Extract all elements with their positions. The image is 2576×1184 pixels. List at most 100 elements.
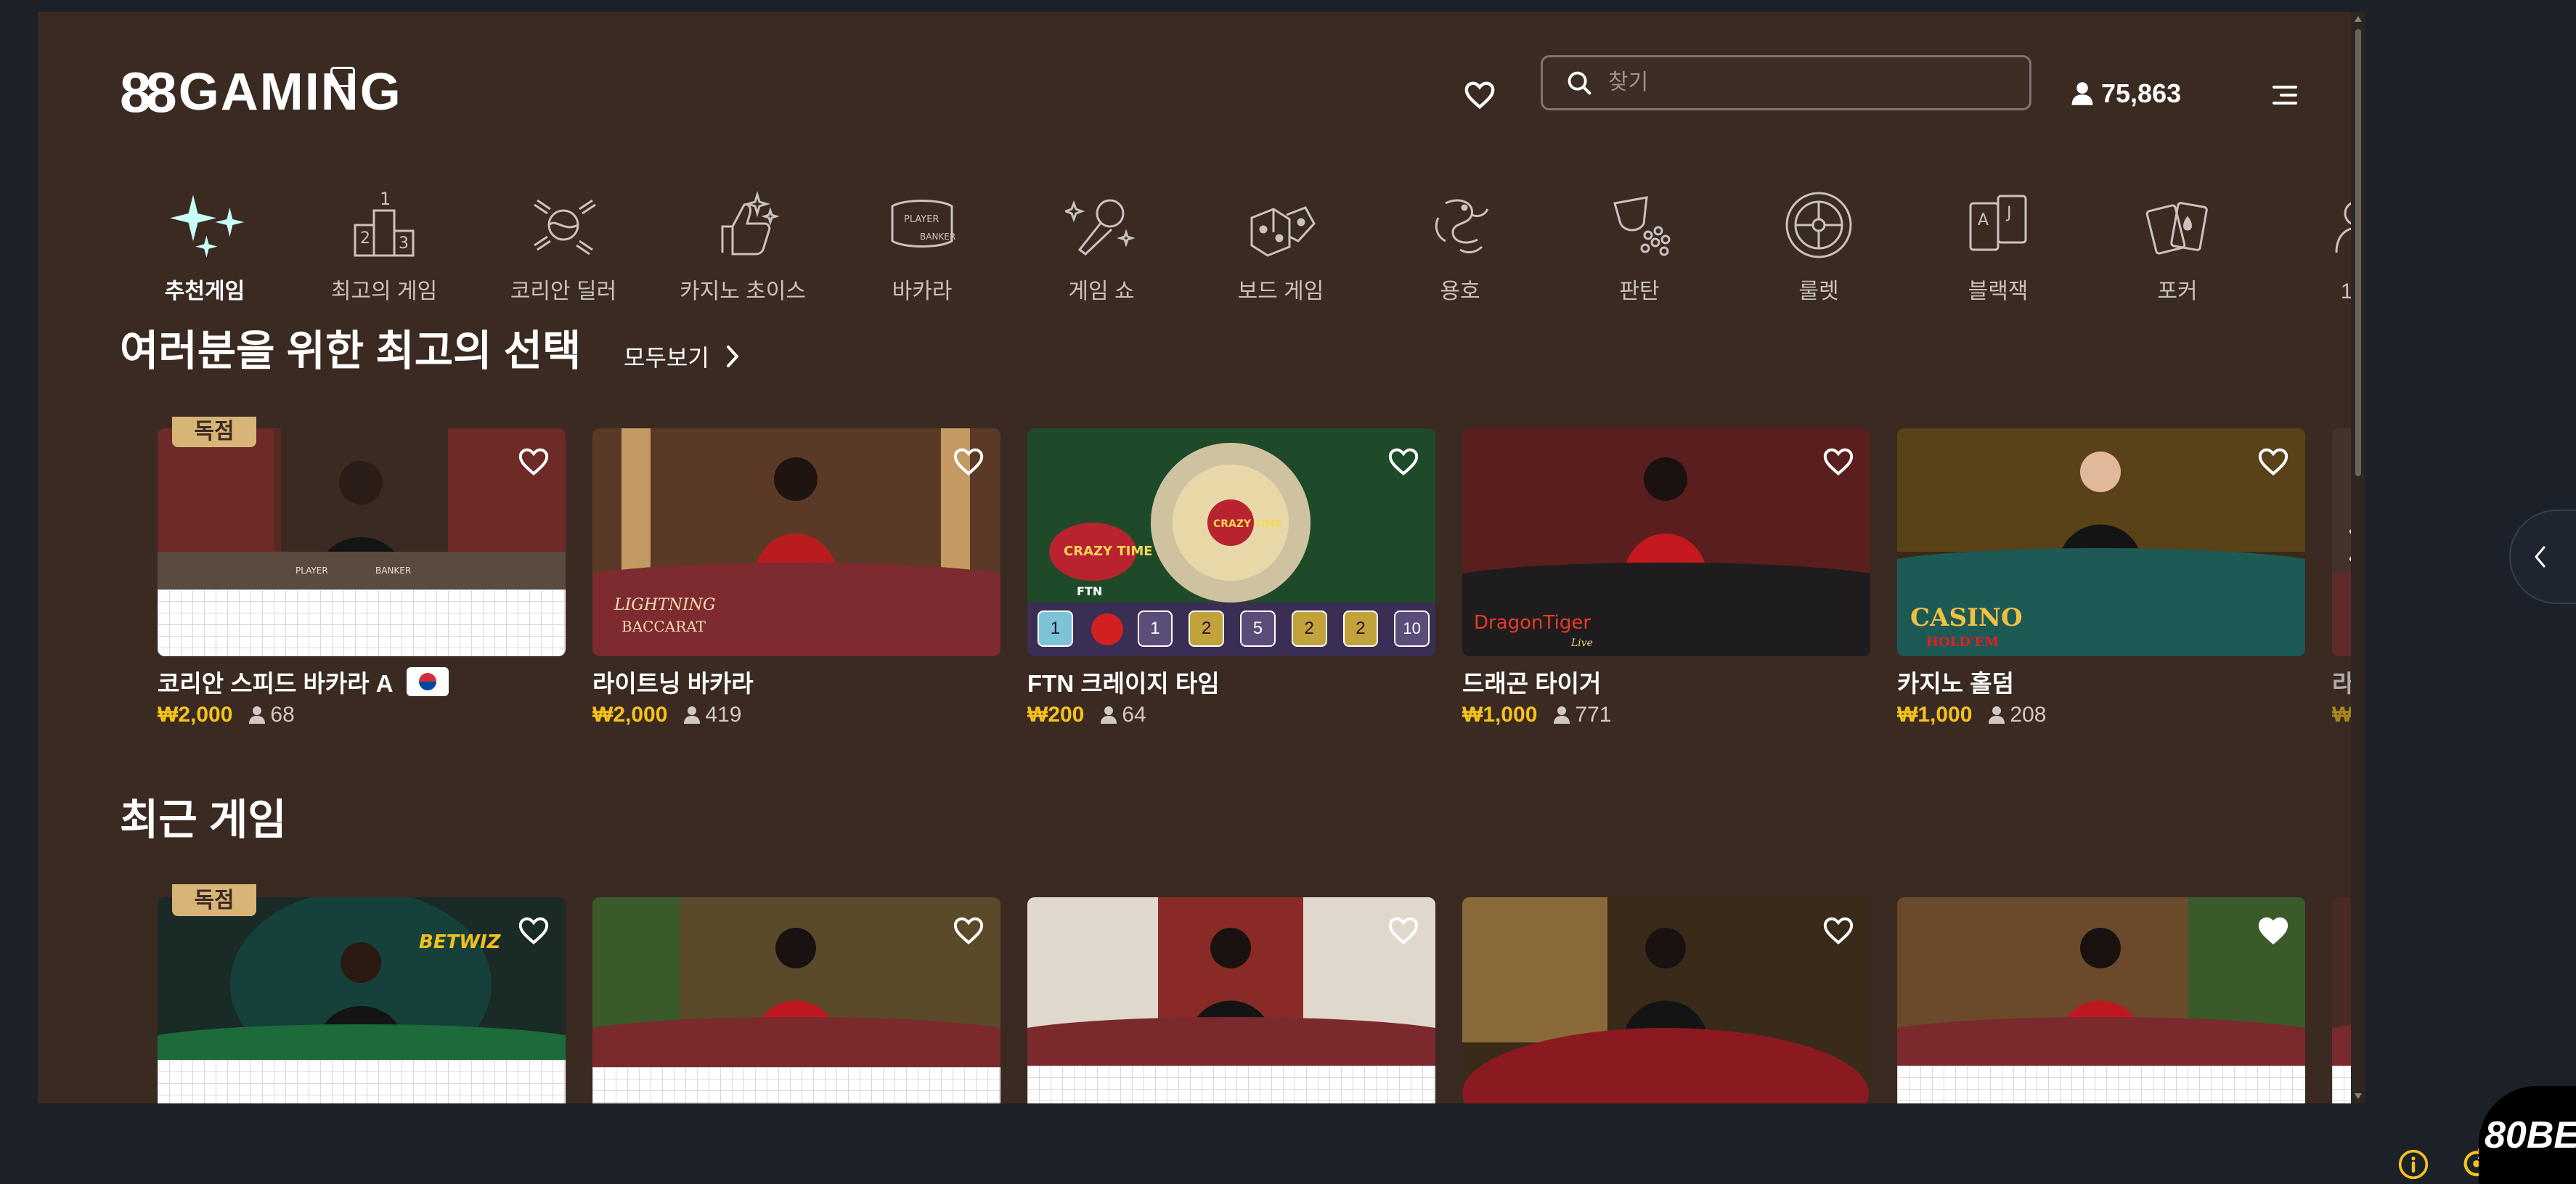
player-count: 771 xyxy=(1575,703,1612,727)
menu-button[interactable] xyxy=(2261,77,2297,113)
user-icon xyxy=(1554,706,1570,724)
user-icon xyxy=(249,706,266,724)
game-name[interactable]: 카지노 홀덤 xyxy=(1897,665,2305,698)
svg-text:FTN: FTN xyxy=(1077,584,1102,598)
heart-icon[interactable] xyxy=(518,916,550,945)
favorites-button[interactable] xyxy=(1457,74,1502,116)
game-thumbnail[interactable]: PLAYER BANKER xyxy=(158,428,566,656)
game-name[interactable]: 코리안 스피드 바카라 A xyxy=(158,665,566,698)
category-roulette[interactable]: 룰렛 xyxy=(1735,171,1902,309)
search-input[interactable] xyxy=(1607,70,2016,96)
game-thumbnail[interactable]: CASINO HOLD'EM xyxy=(1897,428,2305,656)
bonus-segments: 1 1 2 5 2 2 10 xyxy=(1038,608,1430,649)
category-label: 포커 xyxy=(2157,279,2198,303)
balance-value: 75,863 xyxy=(2101,78,2182,108)
game-card[interactable]: DragonTiger Live 드래곤 타이거 ₩1,000 771 xyxy=(1462,428,1870,727)
game-card[interactable]: CASINO HOLD'EM 카지노 홀덤 ₩1,000 208 xyxy=(1897,428,2305,727)
game-min-bet: ₩200 xyxy=(1027,703,1085,727)
svg-text:PLAYER: PLAYER xyxy=(295,566,328,576)
game-card[interactable] xyxy=(1462,897,1870,1103)
game-name[interactable]: FTN 크레이지 타임 xyxy=(1027,665,1435,698)
heart-icon[interactable] xyxy=(1822,447,1854,476)
heart-icon xyxy=(1464,81,1495,110)
game-card[interactable]: 독점 PLAYER BANKER 코리안 스피드 바카라 A ₩2,000 68 xyxy=(158,417,566,727)
game-card[interactable] xyxy=(1897,897,2305,1103)
category-recommended[interactable]: 추천게임 xyxy=(147,171,288,309)
category-game-show[interactable]: 게임 쇼 xyxy=(1018,171,1185,309)
svg-text:Live: Live xyxy=(1570,637,1593,649)
game-thumbnail[interactable]: DragonTiger Live xyxy=(1462,428,1870,656)
category-top-games[interactable]: 1 2 3 최고의 게임 xyxy=(301,171,468,309)
account-balance[interactable]: 75,863 xyxy=(2071,68,2181,119)
game-name[interactable]: 드래곤 타이거 xyxy=(1462,665,1870,698)
category-label: 카지노 초이스 xyxy=(680,279,806,303)
game-thumbnail[interactable] xyxy=(1897,897,2305,1103)
road-map xyxy=(1897,1066,2305,1103)
heart-icon[interactable] xyxy=(1387,447,1419,476)
game-thumbnail[interactable]: LIGHTNING BACCARAT xyxy=(592,428,1000,656)
search-box[interactable] xyxy=(1541,55,2031,110)
category-blackjack[interactable]: A J 블랙잭 xyxy=(1915,171,2082,309)
game-name-text: 코리안 스피드 바카라 A xyxy=(158,670,394,697)
side-panel-toggle[interactable] xyxy=(2509,510,2576,604)
bonus-segment-ball xyxy=(1089,612,1122,645)
category-board-games[interactable]: 보드 게임 xyxy=(1197,171,1364,309)
scrollbar-thumb[interactable] xyxy=(2355,29,2361,476)
dragon-icon xyxy=(1417,189,1504,261)
category-fan-tan[interactable]: 판탄 xyxy=(1556,171,1723,309)
category-poker[interactable]: 포커 xyxy=(2094,171,2261,309)
svg-text:CRAZY TIME: CRAZY TIME xyxy=(1064,544,1153,559)
search-icon xyxy=(1562,65,1597,100)
logo-eights: 88 xyxy=(120,60,177,124)
bonus-segment: 1 xyxy=(1038,611,1073,647)
svg-text:CRAZY TIME: CRAZY TIME xyxy=(1213,518,1282,530)
heart-icon[interactable] xyxy=(953,447,985,476)
game-players: 68 xyxy=(248,703,295,727)
logo[interactable]: 88 GAMING xyxy=(120,60,402,125)
vertical-scrollbar[interactable] xyxy=(2351,12,2365,1103)
korea-flag-icon xyxy=(406,667,449,696)
game-card[interactable]: CRAZY TIME CRAZY TIME FTN 1 1 2 5 2 2 10… xyxy=(1027,428,1435,727)
game-min-bet: ₩2,000 xyxy=(158,703,233,727)
heart-filled-icon[interactable] xyxy=(2257,916,2289,945)
heart-icon[interactable] xyxy=(518,447,550,476)
category-casino-choice[interactable]: 카지노 초이스 xyxy=(659,171,826,309)
see-all-link[interactable]: 모두보기 xyxy=(624,340,740,373)
game-thumbnail[interactable] xyxy=(1027,897,1435,1103)
game-meta: ₩1,000 771 xyxy=(1462,703,1870,727)
heart-icon[interactable] xyxy=(1822,916,1854,945)
scroll-down-arrow-icon[interactable] xyxy=(2355,1093,2362,1099)
heart-icon[interactable] xyxy=(2257,447,2289,476)
user-icon xyxy=(1989,706,2005,724)
category-baccarat[interactable]: PLAYER BANKER 바카라 xyxy=(839,171,1006,309)
game-name[interactable]: 라이트닝 바카라 xyxy=(592,665,1000,698)
game-card[interactable]: 독점 BETWIZ xyxy=(158,884,566,1103)
game-card[interactable] xyxy=(1027,897,1435,1103)
korea-emblem-icon xyxy=(520,189,607,261)
recent-games-row: 독점 BETWIZ xyxy=(158,884,2365,1103)
roulette-icon xyxy=(1775,189,1862,261)
category-korean-dealer[interactable]: 코리안 딜러 xyxy=(480,171,647,309)
bonus-segment: 5 xyxy=(1240,611,1276,647)
game-card[interactable]: LIGHTNING BACCARAT 라이트닝 바카라 ₩2,000 419 xyxy=(592,428,1000,727)
category-label: 룰렛 xyxy=(1798,279,1839,303)
game-scene: DragonTiger Live xyxy=(1462,428,1870,656)
heart-icon[interactable] xyxy=(953,916,985,945)
game-thumbnail[interactable]: CRAZY TIME CRAZY TIME FTN 1 1 2 5 2 2 10 xyxy=(1027,428,1435,656)
user-icon xyxy=(1101,706,1117,724)
best-games-row: 독점 PLAYER BANKER 코리안 스피드 바카라 A ₩2,000 68… xyxy=(158,417,2365,743)
game-thumbnail[interactable] xyxy=(592,897,1000,1103)
scroll-up-arrow-icon[interactable] xyxy=(2355,16,2362,22)
bonus-segment: 2 xyxy=(1342,611,1379,647)
game-thumbnail[interactable] xyxy=(1462,897,1870,1103)
game-thumbnail[interactable]: BETWIZ xyxy=(158,897,566,1103)
thumbs-up-icon xyxy=(699,189,786,261)
brand-80bet-badge[interactable]: 80BET xyxy=(2479,1086,2576,1184)
game-min-bet: ₩1,000 xyxy=(1462,703,1538,727)
heart-icon[interactable] xyxy=(1387,916,1419,945)
category-dragon-tiger[interactable]: 용호 xyxy=(1377,171,1544,309)
game-card[interactable] xyxy=(592,897,1000,1103)
category-label: 최고의 게임 xyxy=(330,279,438,303)
player-count: 68 xyxy=(270,703,295,727)
info-icon[interactable] xyxy=(2397,1148,2429,1180)
